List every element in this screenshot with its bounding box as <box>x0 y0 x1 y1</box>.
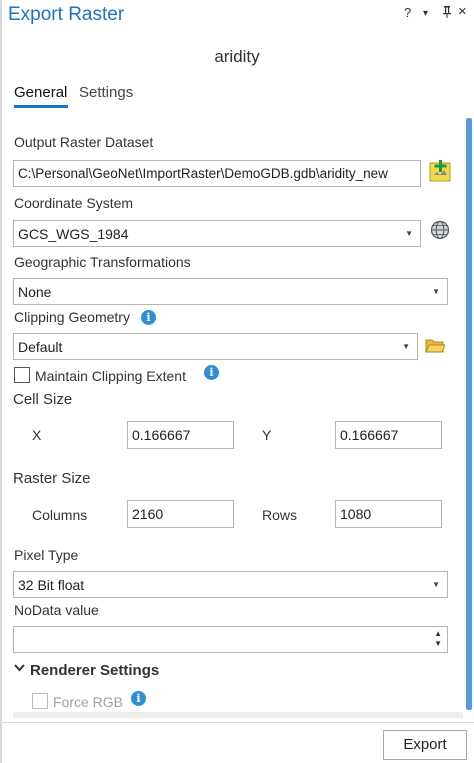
columns-label: Columns <box>32 507 88 523</box>
output-raster-label: Output Raster Dataset <box>14 134 154 150</box>
info-icon[interactable]: i <box>131 691 146 706</box>
force-rgb-label: Force RGB <box>53 694 124 710</box>
close-button[interactable]: × <box>458 3 467 20</box>
options-menu-button[interactable]: ▾ <box>423 8 428 19</box>
columns-input[interactable]: 2160 <box>127 500 234 528</box>
maintain-clipping-checkbox[interactable] <box>14 367 30 383</box>
pixel-type-label: Pixel Type <box>14 547 79 563</box>
coordinate-system-select[interactable]: GCS_WGS_1984 ▼ <box>13 220 421 247</box>
add-dataset-button[interactable] <box>428 159 452 183</box>
window-title: Export Raster <box>8 4 125 25</box>
dataset-name: aridity <box>214 47 260 66</box>
cell-size-x-label: X <box>32 427 42 443</box>
chevron-down-icon: ▼ <box>402 342 410 351</box>
coordinate-system-button[interactable] <box>430 220 450 240</box>
renderer-collapse-toggle[interactable] <box>14 664 25 675</box>
nodata-label: NoData value <box>14 602 99 618</box>
tab-general[interactable]: General <box>14 84 67 101</box>
info-icon[interactable]: i <box>141 310 156 325</box>
footer-divider <box>0 722 474 723</box>
raster-size-heading: Raster Size <box>13 470 91 487</box>
pin-button[interactable] <box>442 5 452 21</box>
coordinate-system-value: GCS_WGS_1984 <box>18 226 129 242</box>
chevron-down-icon: ▼ <box>405 229 413 238</box>
tab-settings[interactable]: Settings <box>79 84 133 101</box>
clipping-geometry-label: Clipping Geometry <box>14 309 130 325</box>
help-button[interactable]: ? <box>404 5 411 20</box>
rows-label: Rows <box>262 507 298 523</box>
add-dataset-icon <box>429 160 451 182</box>
chevron-down-icon: ▼ <box>432 287 440 296</box>
coordinate-system-label: Coordinate System <box>14 195 134 211</box>
cell-size-y-label: Y <box>262 427 272 443</box>
force-rgb-checkbox[interactable] <box>32 693 48 709</box>
browse-clipping-button[interactable] <box>425 337 446 355</box>
chevron-down-icon <box>14 664 25 672</box>
cell-size-y-input[interactable]: 0.166667 <box>335 421 442 449</box>
content-fade <box>13 712 463 718</box>
panel-left-border <box>0 0 2 763</box>
tab-general-underline <box>14 105 68 108</box>
spinner-arrows[interactable]: ▲ ▼ <box>434 629 442 649</box>
geo-transform-label: Geographic Transformations <box>14 254 191 270</box>
cell-size-heading: Cell Size <box>13 391 73 408</box>
geo-transform-value: None <box>18 284 52 300</box>
chevron-down-icon: ▼ <box>432 580 440 589</box>
scrollbar[interactable] <box>466 118 472 710</box>
pin-icon <box>443 6 451 18</box>
nodata-input[interactable]: ▲ ▼ <box>13 626 448 653</box>
rows-input[interactable]: 1080 <box>335 500 442 528</box>
clipping-geometry-select[interactable]: Default ▼ <box>13 333 418 360</box>
globe-icon <box>430 220 450 240</box>
folder-icon <box>425 339 446 353</box>
output-raster-input[interactable]: C:\Personal\GeoNet\ImportRaster\DemoGDB.… <box>13 160 421 187</box>
geo-transform-select[interactable]: None ▼ <box>13 278 448 305</box>
cell-size-x-input[interactable]: 0.166667 <box>127 421 234 449</box>
maintain-clipping-label: Maintain Clipping Extent <box>35 368 186 384</box>
pixel-type-select[interactable]: 32 Bit float ▼ <box>13 571 448 598</box>
renderer-settings-heading[interactable]: Renderer Settings <box>30 662 159 679</box>
clipping-geometry-value: Default <box>18 339 63 355</box>
pixel-type-value: 32 Bit float <box>18 577 85 593</box>
info-icon[interactable]: i <box>204 365 219 380</box>
export-button[interactable]: Export <box>383 730 467 760</box>
